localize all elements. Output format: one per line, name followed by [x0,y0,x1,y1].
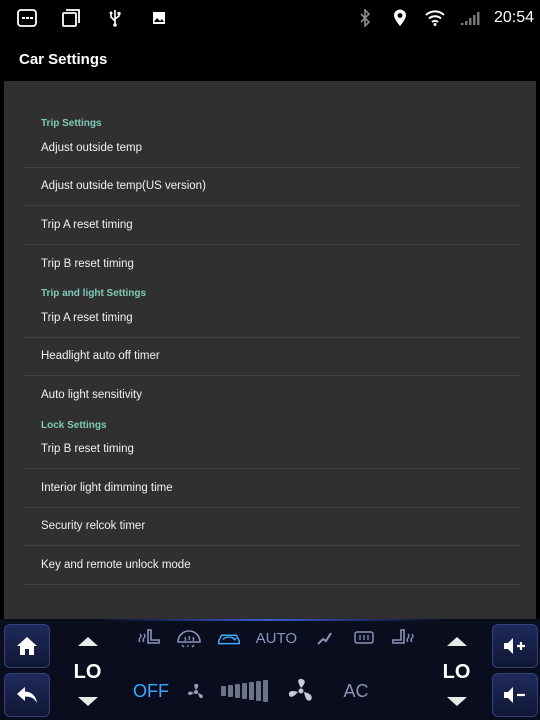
recirculation-icon[interactable] [216,627,242,649]
left-temp-value: LO [73,661,102,683]
volume-down-button[interactable] [492,673,538,717]
fan-bar [256,681,261,701]
volume-down-icon [504,687,525,703]
right-temp-control: LO [419,619,494,720]
fan-speed-indicator[interactable] [221,680,268,702]
settings-item-interior-light-dimming[interactable]: Interior light dimming time [24,469,520,508]
fan-bar [228,685,233,697]
left-temp-down-button[interactable] [78,697,98,706]
fan-bar [249,682,254,700]
fan-bar [221,686,226,696]
settings-panel: Trip Settings Adjust outside temp Adjust… [4,81,536,619]
image-icon [148,8,170,28]
status-bar: 20:54 [0,0,540,38]
front-defrost-icon[interactable] [176,627,202,649]
settings-item-key-remote-unlock[interactable]: Key and remote unlock mode [24,546,520,585]
volume-up-button[interactable] [492,624,538,668]
climate-control-bar: LO AUTO OFF AC LO [0,619,540,720]
right-temp-down-button[interactable] [447,697,467,706]
page-title: Car Settings [19,51,108,68]
usb-icon [104,8,126,28]
mode-row: AUTO [130,621,416,655]
auto-mode-label[interactable]: AUTO [256,630,297,647]
back-button[interactable] [4,673,50,717]
section-header-trip-settings: Trip Settings [41,118,102,129]
left-temp-control: LO [50,619,125,720]
status-clock: 20:54 [493,9,534,26]
settings-list: Trip Settings Adjust outside temp Adjust… [24,109,520,585]
ac-button[interactable]: AC [332,681,380,702]
back-arrow-icon [17,687,37,703]
menu-box-icon [16,8,38,28]
fan-high-icon[interactable] [286,678,316,702]
seat-heat-right-icon[interactable] [390,627,416,649]
right-temp-value: LO [442,661,471,683]
fan-low-icon[interactable] [183,680,209,702]
settings-item-trip-b-reset[interactable]: Trip B reset timing [24,245,520,284]
settings-item-security-relock-timer[interactable]: Security relcok timer [24,508,520,546]
home-icon [17,637,37,655]
airflow-icon[interactable] [311,627,337,649]
rear-defrost-icon[interactable] [351,627,377,649]
settings-item-adjust-outside-temp[interactable]: Adjust outside temp [24,129,520,168]
left-temp-up-button[interactable] [78,637,98,646]
wifi-icon [424,8,446,28]
seat-heat-left-icon[interactable] [136,627,162,649]
settings-item-auto-light-sensitivity[interactable]: Auto light sensitivity [24,376,520,415]
recent-apps-icon [60,8,82,28]
settings-item-adjust-outside-temp-us[interactable]: Adjust outside temp(US version) [24,168,520,206]
bluetooth-icon [354,8,376,28]
fan-bar [235,684,240,698]
location-icon [389,8,411,28]
home-button[interactable] [4,624,50,668]
signal-icon [459,8,481,28]
settings-item-trip-a-reset-2[interactable]: Trip A reset timing [24,299,520,338]
settings-item-trip-b-reset-2[interactable]: Trip B reset timing [24,431,520,469]
right-temp-up-button[interactable] [447,637,467,646]
fan-bar [242,683,247,699]
app-bar: Car Settings [0,38,540,81]
fan-row: OFF AC [125,671,420,711]
volume-up-icon [504,638,525,654]
fan-bar [263,680,268,702]
off-button[interactable]: OFF [125,681,177,702]
settings-item-headlight-auto-off[interactable]: Headlight auto off timer [24,338,520,376]
settings-item-trip-a-reset[interactable]: Trip A reset timing [24,206,520,245]
section-header-lock-settings: Lock Settings [41,419,107,431]
section-header-trip-light-settings: Trip and light Settings [41,288,146,299]
